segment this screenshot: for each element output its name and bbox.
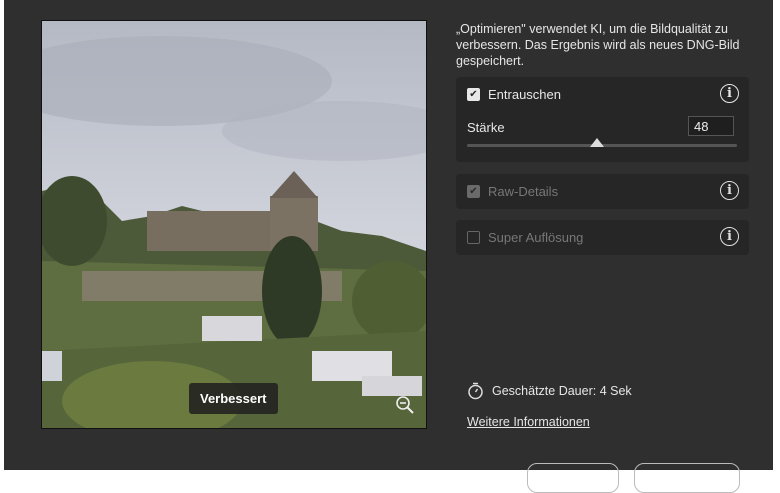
checkbox-unchecked-icon [467, 231, 480, 244]
info-icon[interactable]: i [720, 227, 739, 246]
zoom-out-icon[interactable] [394, 394, 416, 416]
strength-label: Stärke [467, 120, 505, 135]
estimated-duration: Geschätzte Dauer: 4 Sek [467, 382, 632, 400]
description-text: „Optimieren" verwendet KI, um die Bildqu… [456, 22, 740, 68]
enhance-button[interactable] [634, 463, 740, 493]
denoise-label: Entrauschen [488, 87, 561, 102]
info-icon[interactable]: i [720, 181, 739, 200]
info-icon[interactable]: i [720, 84, 739, 103]
raw-details-label: Raw-Details [488, 184, 559, 199]
strength-slider[interactable] [467, 138, 737, 147]
enhanced-badge: Verbessert [189, 383, 278, 414]
checkbox-checked-icon[interactable]: ✔ [467, 88, 480, 101]
raw-details-checkbox-row: ✔ Raw-Details [467, 184, 558, 199]
super-resolution-checkbox-row: Super Auflösung [467, 230, 583, 245]
checkbox-checked-disabled-icon: ✔ [467, 185, 480, 198]
super-resolution-label: Super Auflösung [488, 230, 584, 245]
image-preview[interactable]: Verbessert [41, 20, 427, 429]
strength-input[interactable]: 48 [688, 116, 734, 136]
duration-text: Geschätzte Dauer: 4 Sek [492, 384, 632, 398]
denoise-panel: ✔ Entrauschen i Stärke 48 [456, 77, 749, 162]
stopwatch-icon [468, 382, 483, 400]
denoise-checkbox-row[interactable]: ✔ Entrauschen [467, 87, 561, 102]
slider-thumb[interactable] [589, 138, 604, 147]
enhance-dialog: Verbessert „Optimieren" verwendet KI, um… [4, 0, 773, 493]
landscape-photo [42, 21, 426, 428]
cancel-button[interactable] [527, 463, 619, 493]
super-resolution-panel: Super Auflösung i [456, 220, 749, 255]
more-info-link[interactable]: Weitere Informationen [467, 415, 590, 429]
raw-details-panel: ✔ Raw-Details i [456, 174, 749, 209]
